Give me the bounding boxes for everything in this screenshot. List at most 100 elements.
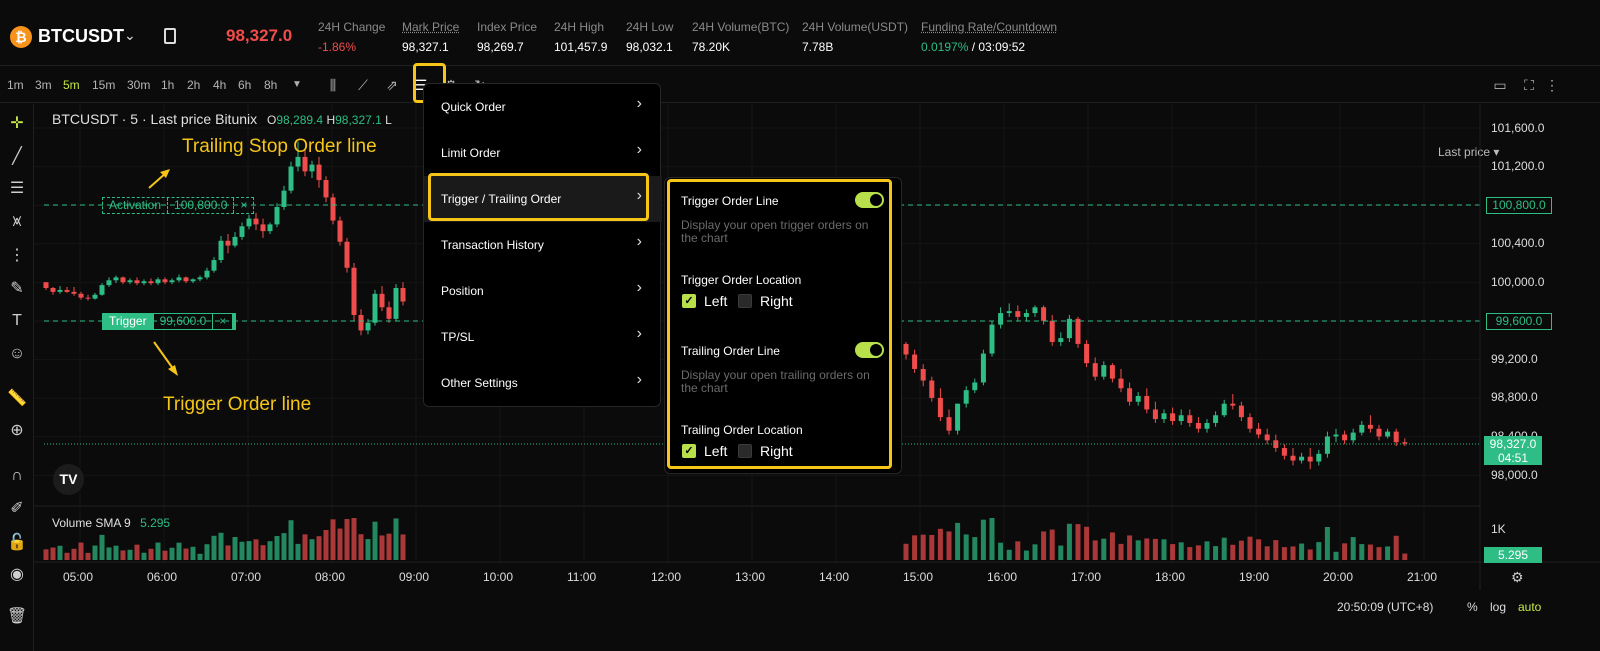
candle-body: [998, 313, 1004, 325]
candle-body: [176, 277, 182, 281]
trigger-axis-label[interactable]: 99,600.0: [1486, 313, 1552, 330]
trigger-annotation: Trigger Order line: [163, 394, 312, 415]
candle-body: [183, 277, 189, 282]
candle-body: [78, 293, 84, 298]
volume-bar: [393, 518, 399, 560]
trigger-tag[interactable]: Trigger 99,600.0 ×: [102, 313, 237, 330]
volume-bar: [1170, 544, 1176, 560]
candle-body: [1127, 388, 1133, 402]
volume-bar: [1032, 544, 1038, 560]
bar-countdown: 04:51: [1497, 451, 1529, 465]
menu-item-other-settings[interactable]: Other Settings ›: [424, 360, 662, 406]
chevron-right-icon: ›: [636, 233, 642, 250]
volume-bar: [1101, 538, 1107, 560]
log-scale-button[interactable]: log: [1490, 600, 1506, 614]
chevron-right-icon: ›: [636, 95, 642, 112]
volume-bar: [92, 545, 98, 560]
volume-bar: [1127, 535, 1133, 560]
volume-bar: [929, 535, 935, 560]
close-icon[interactable]: ×: [234, 198, 253, 213]
volume-bar: [351, 518, 357, 560]
volume-bar: [963, 534, 969, 560]
activation-axis-label[interactable]: 100,800.0: [1486, 197, 1552, 214]
trailing-annotation: Trailing Stop Order line: [182, 136, 377, 157]
menu-item-position[interactable]: Position ›: [424, 268, 662, 314]
close-icon[interactable]: ×: [213, 314, 236, 329]
candle-body: [1023, 313, 1029, 317]
candle-body: [1393, 431, 1399, 443]
candle-body: [302, 156, 308, 172]
volume-bar: [1187, 547, 1193, 560]
activation-tag-label: Activation: [103, 198, 169, 213]
candle-body: [386, 307, 392, 319]
candle-body: [155, 279, 161, 284]
volume-bar: [1256, 539, 1262, 560]
candle-body: [929, 380, 935, 398]
candle-body: [1342, 434, 1348, 441]
candle-body: [316, 164, 322, 181]
volume-bar: [169, 547, 175, 560]
volume-bar: [1023, 550, 1029, 560]
volume-bar: [1204, 541, 1210, 560]
volume-bar: [218, 532, 224, 560]
chart-symbol-title: BTCUSDT · 5 · Last price Bitunix: [52, 111, 258, 127]
volume-bar: [1092, 540, 1098, 560]
candle-body: [393, 288, 399, 319]
volume-bar: [1221, 537, 1227, 560]
candle-body: [71, 291, 77, 294]
percent-scale-button[interactable]: %: [1467, 600, 1478, 614]
trigger-tag-label: Trigger: [103, 314, 154, 329]
candle-body: [134, 280, 140, 284]
volume-bar: [316, 536, 322, 560]
gear-icon[interactable]: ⚙: [1511, 569, 1524, 586]
trigger-tag-price: 99,600.0: [154, 314, 214, 329]
chart-settings-menu: Quick Order › Limit Order › Trigger / Trai…: [423, 83, 662, 407]
activation-tag[interactable]: Activation 100,800.0 ×: [102, 197, 255, 214]
price-axis-label: 101,200.0: [1491, 159, 1545, 173]
candle-body: [309, 164, 315, 172]
price-axis-label: 99,200.0: [1491, 352, 1538, 366]
candle-body: [1006, 311, 1012, 314]
menu-item-limit-order[interactable]: Limit Order ›: [424, 130, 662, 176]
volume-bar: [1118, 543, 1124, 560]
candle-body: [253, 218, 259, 225]
candle-body: [1101, 365, 1107, 377]
price-axis-label: 98,800.0: [1491, 390, 1538, 404]
volume-bar: [1273, 540, 1279, 560]
volume-bar: [232, 537, 238, 560]
volume-bar: [225, 545, 231, 560]
time-axis-label: 07:00: [231, 570, 262, 584]
volume-bar: [85, 552, 91, 560]
volume-bar: [1006, 549, 1012, 560]
volume-bar: [1316, 542, 1322, 560]
time-axis-label: 08:00: [315, 570, 346, 584]
volume-bar: [1238, 540, 1244, 560]
candle-body: [50, 288, 56, 292]
candle-body: [1049, 320, 1055, 342]
candle-body: [225, 240, 231, 246]
candle-body: [400, 288, 406, 302]
candle-body: [1316, 453, 1322, 462]
menu-item-transaction-history[interactable]: Transaction History ›: [424, 222, 662, 268]
candle-body: [972, 382, 978, 391]
time-axis-label: 17:00: [1071, 570, 1102, 584]
candle-body: [920, 368, 926, 381]
tradingview-logo[interactable]: TV: [53, 464, 84, 495]
candle-body: [1204, 422, 1210, 429]
volume-bar: [134, 544, 140, 560]
volume-bar: [400, 534, 406, 560]
candle-body: [351, 267, 357, 315]
candle-body: [330, 197, 336, 221]
candle-body: [1221, 403, 1227, 416]
volume-bar: [1376, 547, 1382, 560]
volume-bar: [1342, 543, 1348, 560]
volume-bar: [99, 534, 105, 560]
activation-tag-price: 100,800.0: [168, 198, 235, 213]
menu-item-tpsl[interactable]: TP/SL ›: [424, 314, 662, 360]
auto-scale-button[interactable]: auto: [1518, 600, 1541, 614]
time-axis-label: 16:00: [987, 570, 1018, 584]
volume-bar: [113, 545, 119, 560]
volume-bar: [267, 541, 273, 560]
candle-body: [1307, 456, 1313, 462]
menu-item-quick-order[interactable]: Quick Order ›: [424, 84, 662, 130]
